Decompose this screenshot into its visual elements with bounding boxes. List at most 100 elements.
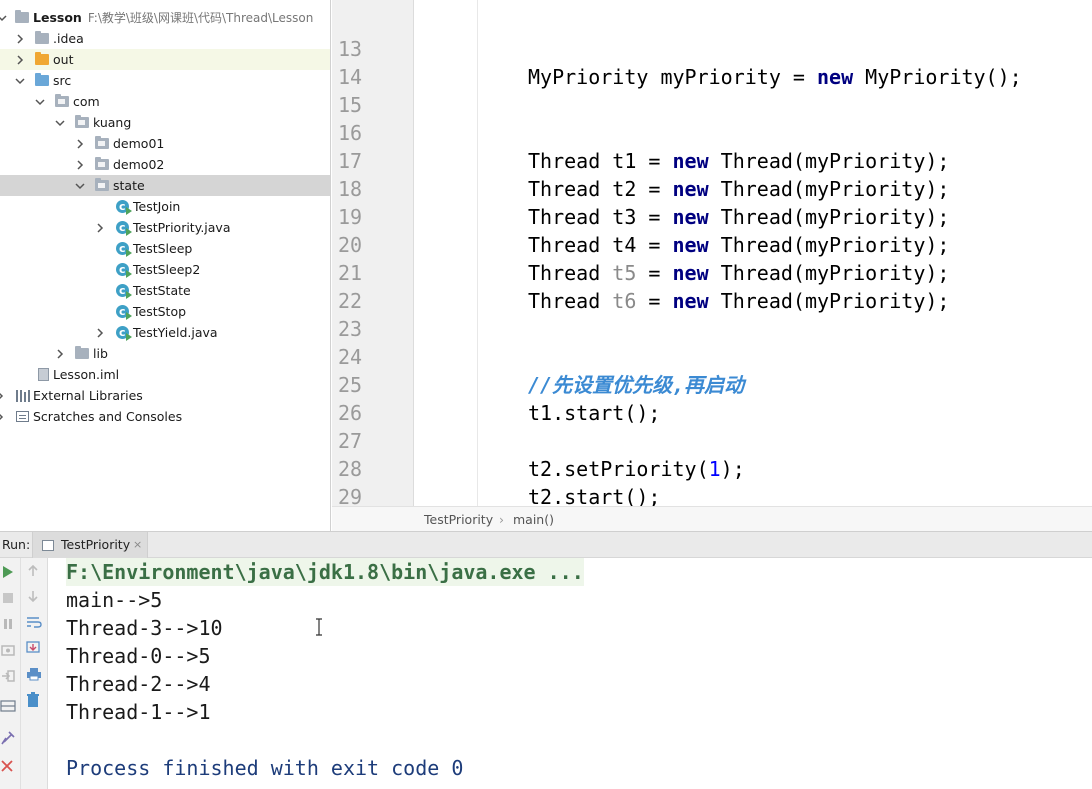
tree-item-testjoin[interactable]: TestJoin — [0, 196, 330, 217]
tree-item-idea[interactable]: .idea — [0, 28, 330, 49]
tree-item-demo02[interactable]: demo02 — [0, 154, 330, 175]
tree-item-external-libraries[interactable]: External Libraries — [0, 385, 330, 406]
code-line[interactable]: 18 Thread t3 = new Thread(myPriority); — [332, 147, 1092, 229]
tree-item-label: TestStop — [133, 304, 187, 319]
tree-item-teststate[interactable]: TestState — [0, 280, 330, 301]
chevron-down-icon[interactable] — [0, 7, 8, 28]
module-folder-icon — [15, 10, 29, 23]
tree-item-label: TestSleep2 — [133, 262, 201, 277]
tree-item-label: demo02 — [113, 157, 165, 172]
tree-item-com[interactable]: com — [0, 91, 330, 112]
tree-item-out[interactable]: out — [0, 49, 330, 70]
code-line[interactable]: 25 t1.start(); — [332, 343, 1092, 425]
code-editor[interactable]: 13 MyPriority myPriority = new MyPriorit… — [332, 0, 1092, 537]
tree-item-label: External Libraries — [33, 388, 143, 403]
java-class-icon — [116, 301, 132, 322]
arrow-up-icon[interactable] — [26, 563, 42, 579]
chevron-right-icon[interactable] — [94, 322, 106, 343]
chevron-right-icon[interactable] — [74, 133, 86, 154]
tree-item-label: out — [53, 52, 74, 67]
chevron-right-icon[interactable] — [94, 217, 106, 238]
code-line[interactable]: 16 Thread t1 = new Thread(myPriority); — [332, 91, 1092, 173]
dump-threads-icon[interactable] — [1, 642, 17, 658]
run-config-icon — [42, 540, 54, 551]
chevron-right-icon[interactable] — [0, 385, 6, 406]
chevron-right-icon[interactable] — [74, 154, 86, 175]
code-line[interactable]: 28 t2.start(); — [332, 427, 1092, 509]
pause-icon[interactable] — [1, 616, 17, 632]
console-command-line[interactable]: F:\Environment\java\jdk1.8\bin\java.exe … — [66, 558, 584, 586]
console-output[interactable]: F:\Environment\java\jdk1.8\bin\java.exe … — [48, 558, 1092, 789]
tree-item-label: TestSleep — [133, 241, 193, 256]
code-line[interactable]: 27 t2.setPriority(1); — [332, 399, 1092, 481]
project-tree-panel: Lesson F:\教学\班级\网课班\代码\Thread\Lesson .ide… — [0, 0, 331, 531]
tree-item-testsleep[interactable]: TestSleep — [0, 238, 330, 259]
run-tab-testpriority[interactable]: TestPriority × — [32, 532, 148, 558]
run-panel-header: Run: TestPriority × — [0, 531, 1092, 558]
chevron-down-icon[interactable] — [54, 112, 66, 133]
layout-icon[interactable] — [0, 698, 16, 714]
tree-item-scratches[interactable]: Scratches and Consoles — [0, 406, 330, 427]
code-line[interactable]: 24 //先设置优先级,再启动 — [332, 315, 1092, 397]
tree-root-lesson[interactable]: Lesson F:\教学\班级\网课班\代码\Thread\Lesson — [0, 7, 330, 28]
scroll-to-end-icon[interactable] — [26, 640, 42, 656]
tree-item-label: TestPriority.java — [133, 220, 231, 235]
chevron-right-icon[interactable] — [0, 406, 6, 427]
console-exit-line: Process finished with exit code 0 — [66, 756, 464, 780]
code-line[interactable]: 14 — [332, 35, 1092, 89]
code-line[interactable]: 21 Thread t6 = new Thread(myPriority); — [332, 231, 1092, 313]
tree-item-label: TestState — [133, 283, 191, 298]
chevron-down-icon[interactable] — [14, 70, 26, 91]
code-line[interactable]: 19 Thread t4 = new Thread(myPriority); — [332, 175, 1092, 257]
tree-item-label: TestJoin — [133, 199, 181, 214]
console-line: Thread-3-->10 — [66, 616, 223, 640]
excluded-folder-icon — [35, 52, 49, 65]
chevron-right-icon[interactable] — [54, 343, 66, 364]
tree-item-lib[interactable]: lib — [0, 343, 330, 364]
code-line[interactable]: 29 — [332, 455, 1092, 509]
root-label: Lesson — [33, 10, 82, 25]
exit-icon[interactable] — [1, 668, 17, 684]
rerun-icon[interactable] — [1, 564, 17, 580]
chevron-right-icon[interactable] — [14, 49, 26, 70]
code-line[interactable]: 23 — [332, 287, 1092, 341]
code-line[interactable]: 20 Thread t5 = new Thread(myPriority); — [332, 203, 1092, 285]
stop-icon[interactable] — [1, 590, 17, 606]
breadcrumb: TestPriority › main() — [332, 506, 1092, 531]
tree-item-lesson-iml[interactable]: Lesson.iml — [0, 364, 330, 385]
tree-item-kuang[interactable]: kuang — [0, 112, 330, 133]
tree-item-testpriority[interactable]: TestPriority.java — [0, 217, 330, 238]
tree-item-label: com — [73, 94, 100, 109]
tree-item-state[interactable]: state — [0, 175, 330, 196]
soft-wrap-icon[interactable] — [26, 614, 42, 630]
breadcrumb-separator: › — [499, 512, 504, 527]
tree-item-testsleep2[interactable]: TestSleep2 — [0, 259, 330, 280]
run-tab-label: TestPriority — [61, 537, 131, 552]
iml-file-icon — [38, 368, 49, 381]
tree-item-teststop[interactable]: TestStop — [0, 301, 330, 322]
console-line: Thread-2-->4 — [66, 672, 211, 696]
folder-icon — [35, 31, 49, 44]
package-icon — [95, 178, 109, 191]
chevron-down-icon[interactable] — [74, 175, 86, 196]
print-icon[interactable] — [26, 666, 42, 682]
close-icon[interactable] — [0, 758, 16, 774]
arrow-down-icon[interactable] — [26, 588, 42, 604]
code-line[interactable]: 15 — [332, 63, 1092, 117]
code-line[interactable]: 17 Thread t2 = new Thread(myPriority); — [332, 119, 1092, 201]
code-line[interactable]: 26 — [332, 371, 1092, 425]
tree-item-label: Scratches and Consoles — [33, 409, 183, 424]
chevron-down-icon[interactable] — [34, 91, 46, 112]
tree-item-src[interactable]: src — [0, 70, 330, 91]
pin-icon[interactable] — [0, 730, 16, 746]
code-line[interactable]: 22 — [332, 259, 1092, 313]
breadcrumb-method[interactable]: main() — [513, 507, 554, 532]
chevron-right-icon[interactable] — [14, 28, 26, 49]
tree-item-demo01[interactable]: demo01 — [0, 133, 330, 154]
tree-item-testyield[interactable]: TestYield.java — [0, 322, 330, 343]
package-icon — [95, 136, 109, 149]
breadcrumb-class[interactable]: TestPriority — [424, 507, 493, 532]
code-line[interactable]: 13 MyPriority myPriority = new MyPriorit… — [332, 7, 1092, 89]
trash-icon[interactable] — [26, 692, 42, 708]
close-icon[interactable]: × — [133, 532, 142, 558]
